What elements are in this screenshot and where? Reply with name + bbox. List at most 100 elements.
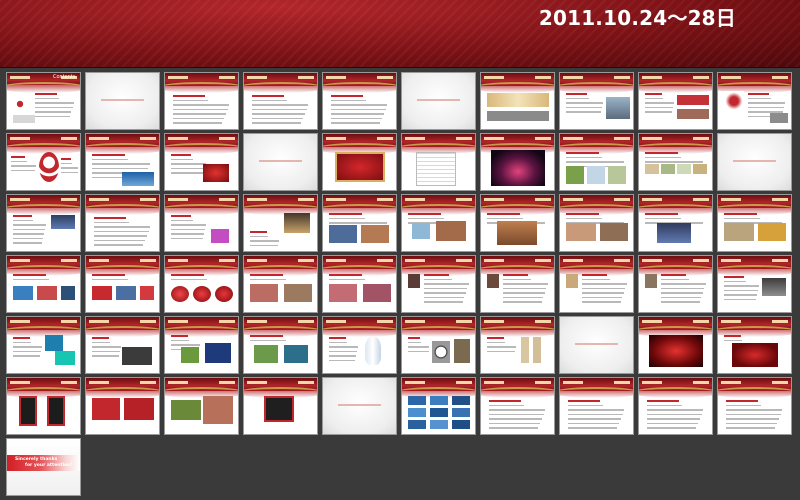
slide-logo	[10, 259, 30, 262]
slide-thumbnail[interactable]	[480, 316, 555, 374]
slide-thumbnail[interactable]	[480, 194, 555, 252]
slide-logo	[721, 320, 741, 323]
slide-text-block	[92, 337, 122, 360]
slide-thumbnail[interactable]	[638, 377, 713, 435]
slide-thumbnail[interactable]	[243, 316, 318, 374]
grid-photo	[408, 420, 426, 429]
slide-thumbnail[interactable]	[243, 194, 318, 252]
slide-thumbnail[interactable]	[401, 377, 476, 435]
slide-header-ribbon	[718, 256, 791, 276]
slide-thumbnail[interactable]	[480, 72, 555, 130]
flower-photo	[171, 286, 189, 302]
slide-thumbnail[interactable]	[401, 194, 476, 252]
slide-thumbnail[interactable]	[480, 377, 555, 435]
slide-thumbnail[interactable]	[638, 255, 713, 313]
slide-thumbnail[interactable]	[322, 133, 397, 191]
slide-photo	[254, 345, 278, 363]
slide-text-block	[250, 274, 310, 283]
slide-thumbnail[interactable]	[6, 133, 81, 191]
slide-thumbnail[interactable]	[85, 133, 160, 191]
slide-photo	[677, 95, 709, 105]
slide-thumbnail[interactable]	[717, 316, 792, 374]
slide-logo	[563, 381, 583, 384]
slide-logo	[89, 198, 109, 201]
slide-thumbnail-section[interactable]	[85, 72, 160, 130]
slide-thumbnail[interactable]	[717, 194, 792, 252]
slide-header-caption	[140, 320, 156, 323]
slide-thumbnail[interactable]	[164, 316, 239, 374]
slide-photo	[361, 225, 389, 243]
section-title	[416, 98, 461, 101]
slide-header-caption	[456, 259, 472, 262]
slide-thumbnail[interactable]	[559, 377, 634, 435]
section-title	[258, 159, 303, 162]
slide-photo	[284, 345, 308, 363]
slide-thumbnail[interactable]	[85, 316, 160, 374]
slide-header-ribbon	[323, 256, 396, 276]
slide-photo	[758, 223, 786, 241]
slide-thumbnail[interactable]	[85, 194, 160, 252]
slide-header-ribbon	[639, 317, 712, 337]
portrait-photo	[487, 274, 499, 288]
slide-logo	[642, 198, 662, 201]
slide-thumbnail[interactable]	[164, 255, 239, 313]
slide-logo	[405, 259, 425, 262]
slide-thumbnail-contents[interactable]: Contents	[6, 72, 81, 130]
slide-text-block	[489, 400, 547, 432]
slide-photo	[363, 284, 391, 302]
slide-thumbnail[interactable]	[6, 194, 81, 252]
slide-photo	[211, 229, 229, 243]
slide-thumbnail[interactable]	[164, 377, 239, 435]
slide-thumbnail[interactable]	[559, 133, 634, 191]
slide-thumbnail[interactable]	[164, 133, 239, 191]
slide-thumbnail[interactable]	[6, 316, 81, 374]
slide-thumbnail[interactable]	[164, 72, 239, 130]
slide-text-block	[94, 217, 152, 249]
slide-thumbnail[interactable]	[6, 377, 81, 435]
slide-thumbnail[interactable]	[401, 255, 476, 313]
slide-thumbnail[interactable]	[559, 255, 634, 313]
slide-thumbnail[interactable]	[717, 255, 792, 313]
slide-photo	[124, 398, 154, 420]
slide-header-ribbon	[7, 195, 80, 215]
slide-thumbnail-section[interactable]	[322, 377, 397, 435]
slide-thumbnail[interactable]	[559, 72, 634, 130]
slide-thumbnail[interactable]	[638, 316, 713, 374]
slide-thumbnail-section[interactable]	[559, 316, 634, 374]
slide-header-ribbon	[481, 317, 554, 337]
slide-thumbnail[interactable]	[243, 377, 318, 435]
slide-thumbnail[interactable]	[717, 72, 792, 130]
slide-thumbnail[interactable]	[322, 72, 397, 130]
slide-thumbnail[interactable]	[401, 316, 476, 374]
slide-thumbnail[interactable]	[85, 377, 160, 435]
slide-thumbnail[interactable]	[717, 377, 792, 435]
slide-thumbnail[interactable]	[322, 255, 397, 313]
slide-thumbnail[interactable]	[401, 133, 476, 191]
slide-header-caption	[535, 320, 551, 323]
slide-thumbnail-thanks[interactable]: Sincerely thanks for your attention!	[6, 438, 81, 496]
slide-thumbnail[interactable]	[243, 72, 318, 130]
slide-thumbnail[interactable]	[559, 194, 634, 252]
slide-photo	[47, 396, 65, 426]
slide-photo	[606, 97, 630, 119]
slide-thumbnail[interactable]	[243, 255, 318, 313]
slide-thumbnail[interactable]	[85, 255, 160, 313]
slide-photo	[497, 221, 537, 245]
slide-thumbnail[interactable]	[480, 133, 555, 191]
slide-header-caption	[772, 76, 788, 79]
slide-thumbnail-section[interactable]	[243, 133, 318, 191]
slide-header-ribbon	[639, 134, 712, 154]
slide-thumbnail[interactable]	[638, 133, 713, 191]
slide-thumbnail[interactable]	[480, 255, 555, 313]
slide-thumbnail[interactable]	[638, 72, 713, 130]
slide-header-caption	[772, 259, 788, 262]
slide-thumbnail[interactable]	[322, 316, 397, 374]
slide-thumbnail[interactable]	[322, 194, 397, 252]
slide-thumbnail-section[interactable]	[401, 72, 476, 130]
slide-thumbnail[interactable]	[164, 194, 239, 252]
slide-thumbnail[interactable]	[6, 255, 81, 313]
slide-thumbnail-section[interactable]	[717, 133, 792, 191]
slide-thumbnail[interactable]	[638, 194, 713, 252]
slide-logo	[484, 381, 504, 384]
slide-photo	[122, 172, 154, 186]
